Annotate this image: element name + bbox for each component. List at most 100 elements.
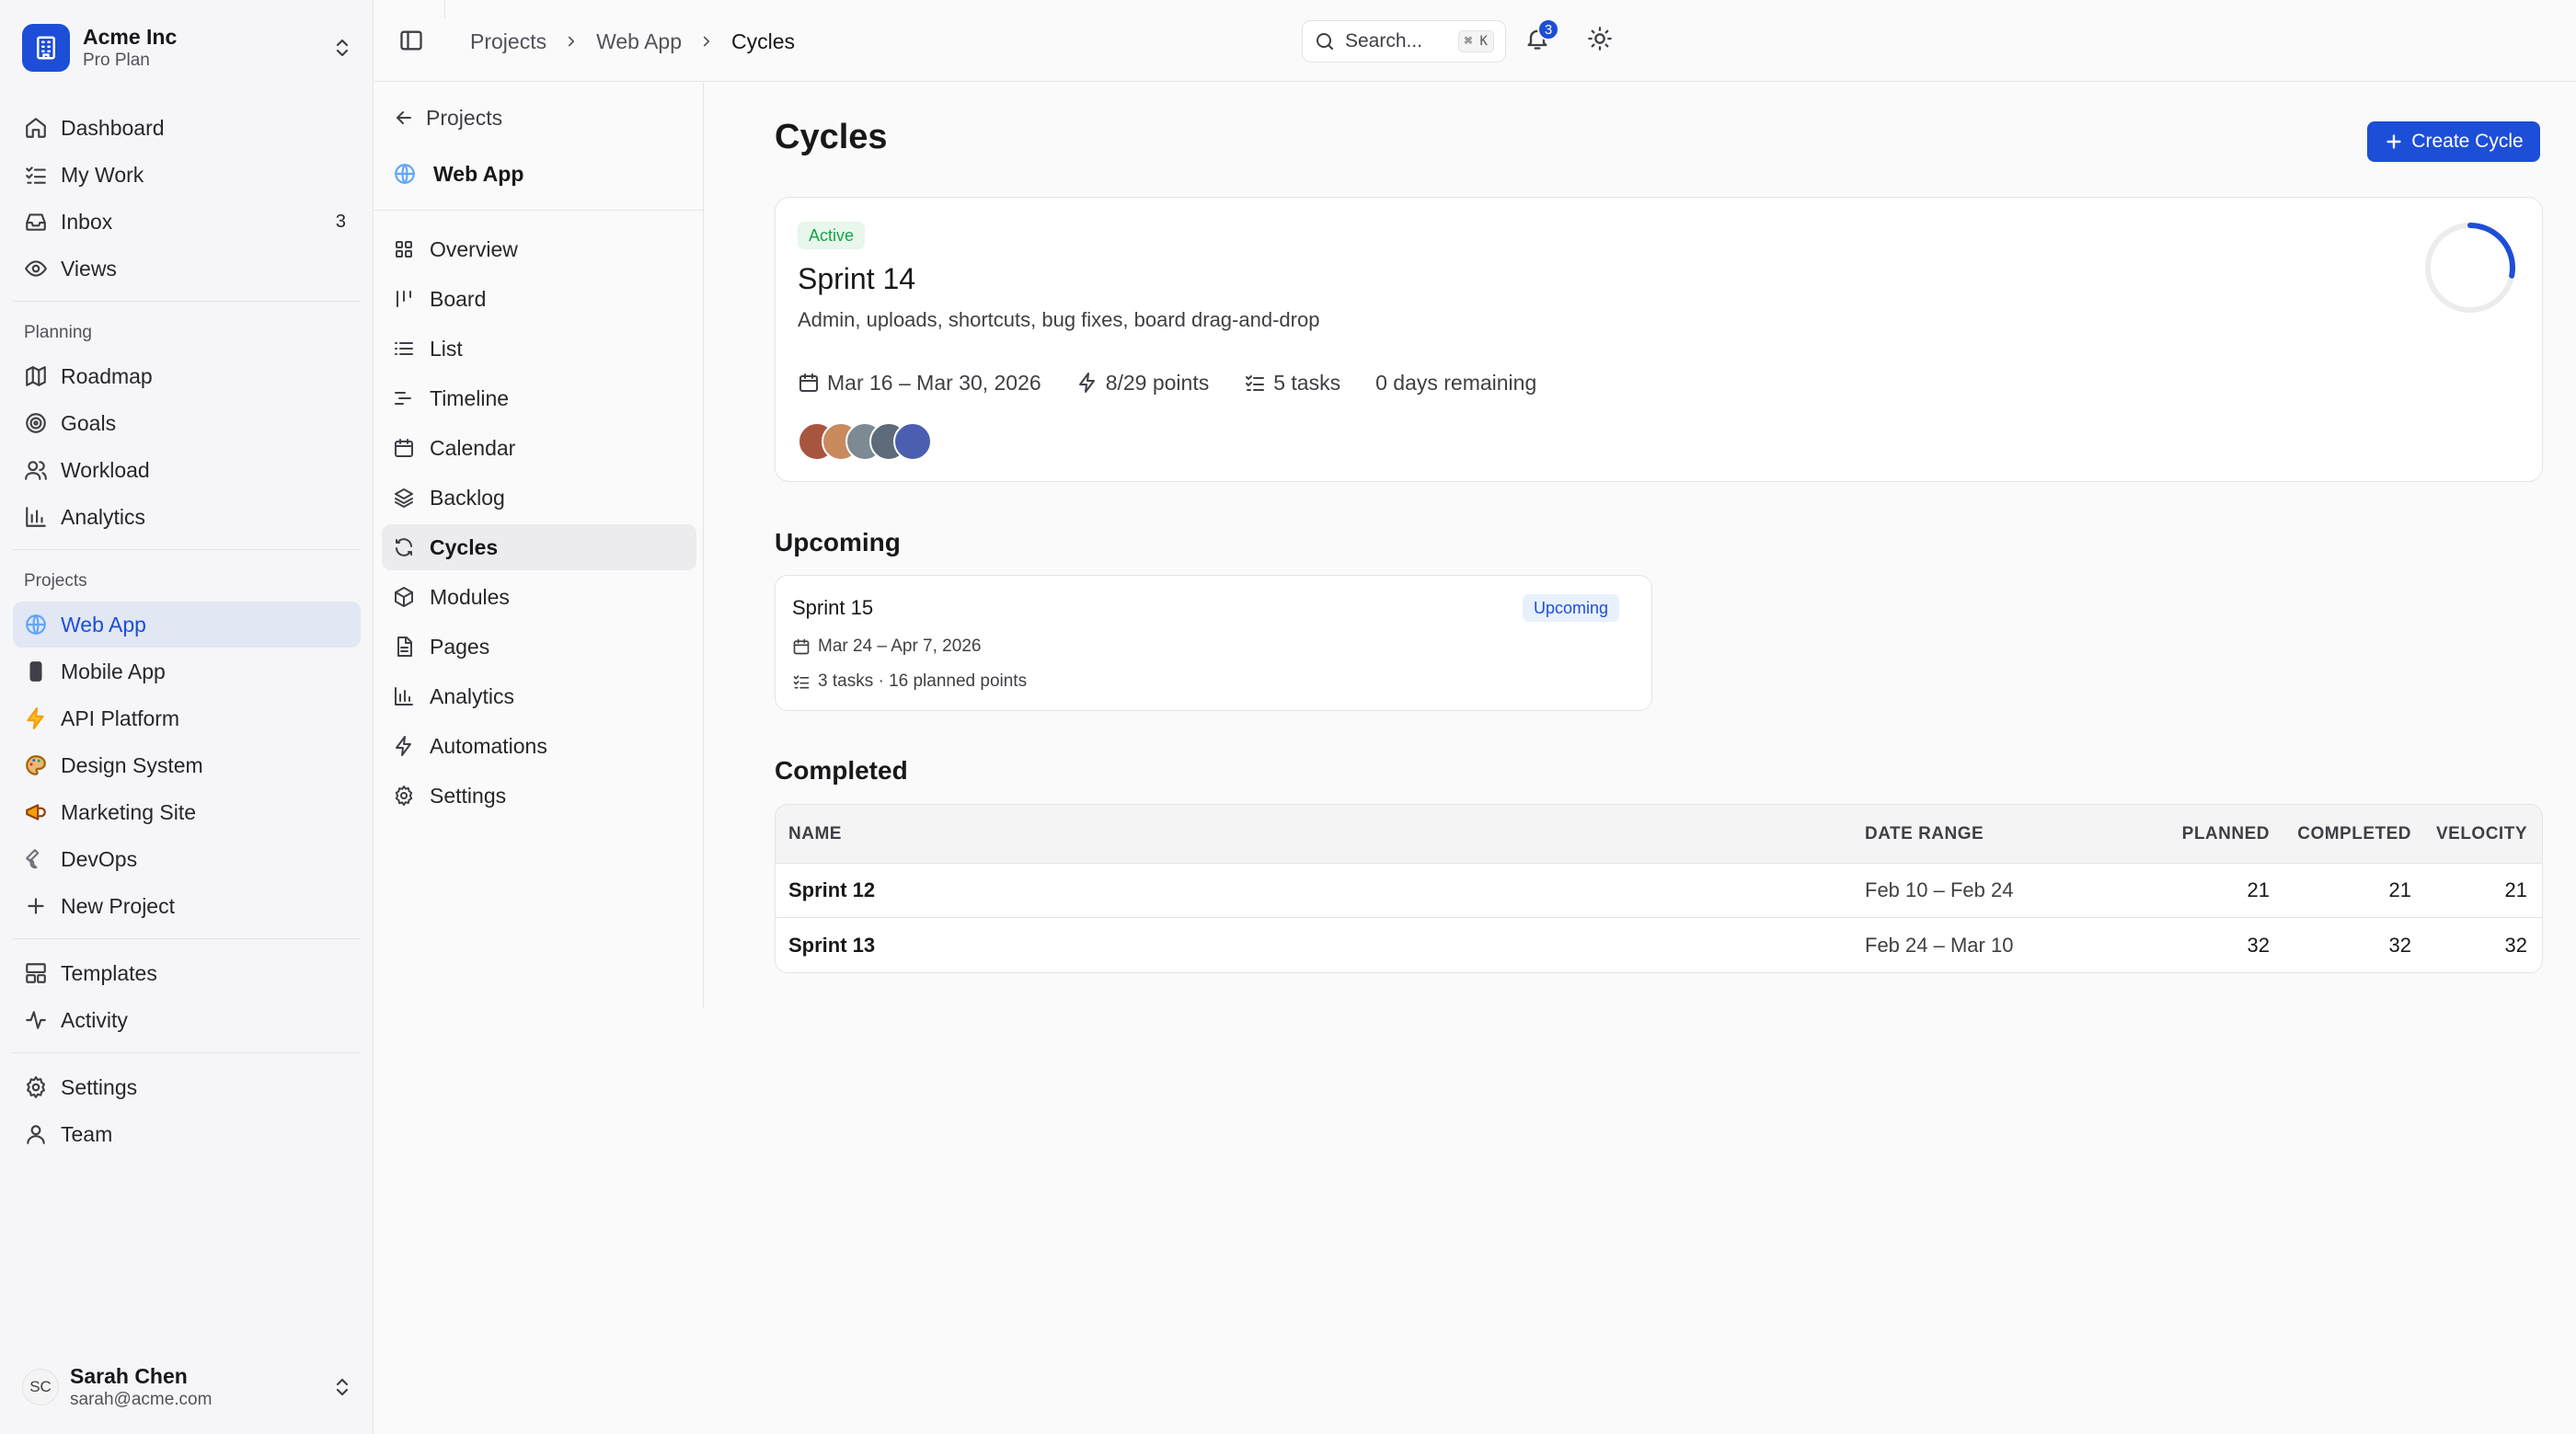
divider [13, 549, 361, 550]
project-nav-settings[interactable]: Settings [382, 773, 696, 819]
project-nav-label: Modules [430, 584, 510, 609]
completed-table: NAME DATE RANGE PLANNED COMPLETED VELOCI… [775, 804, 2543, 973]
back-to-projects[interactable]: Projects [393, 103, 502, 132]
sidebar-item-settings[interactable]: Settings [13, 1064, 361, 1110]
sidebar-item-label: Web App [61, 612, 146, 637]
sidebar-item-design-system[interactable]: Design System [13, 742, 361, 788]
cell-planned: 21 [2247, 878, 2270, 901]
avatar: SC [22, 1369, 59, 1405]
create-cycle-button[interactable]: Create Cycle [2367, 121, 2540, 162]
sidebar-item-workload[interactable]: Workload [13, 447, 361, 493]
project-nav-cycles[interactable]: Cycles [382, 524, 696, 570]
sidebar-item-devops[interactable]: DevOps [13, 836, 361, 882]
sidebar-item-analytics[interactable]: Analytics [13, 494, 361, 540]
sidebar-item-api-platform[interactable]: API Platform [13, 695, 361, 741]
list-checks-icon [1244, 372, 1266, 394]
upcoming-date-text: Mar 24 – Apr 7, 2026 [818, 637, 982, 656]
column-header[interactable]: COMPLETED [2270, 824, 2411, 844]
search-input[interactable]: Search... ⌘ K [1302, 20, 1506, 63]
divider [13, 301, 361, 302]
sidebar-item-label: Views [61, 256, 117, 281]
cycle-points: 8/29 points [1076, 371, 1209, 396]
project-nav-automations[interactable]: Automations [382, 723, 696, 769]
column-header[interactable]: PLANNED [2122, 824, 2270, 844]
sidebar-item-marketing-site[interactable]: Marketing Site [13, 789, 361, 835]
sidebar-item-mobile-app[interactable]: Mobile App [13, 648, 361, 694]
project-nav-label: Calendar [430, 435, 516, 460]
table-row[interactable]: Sprint 12 Feb 10 – Feb 24 21 21 21 [776, 864, 2542, 918]
cycle-date-text: Mar 16 – Mar 30, 2026 [827, 370, 1041, 395]
topbar: Projects Web App Cycles Search... ⌘ K 3 [374, 0, 2576, 82]
sidebar-item-dashboard[interactable]: Dashboard [13, 105, 361, 151]
breadcrumb-projects[interactable]: Projects [470, 29, 546, 54]
sidebar-item-inbox[interactable]: Inbox 3 [13, 199, 361, 245]
chevron-up-down-icon [331, 37, 353, 59]
project-nav-label: Automations [430, 733, 547, 758]
grid-icon [393, 238, 415, 260]
project-nav: Projects Web App Overview Board List Tim… [374, 83, 704, 1007]
divider [13, 938, 361, 939]
project-nav-timeline[interactable]: Timeline [382, 375, 696, 421]
org-switcher[interactable]: Acme Inc Pro Plan [22, 20, 353, 75]
sidebar-item-my-work[interactable]: My Work [13, 152, 361, 198]
sidebar-item-label: New Project [61, 893, 175, 918]
breadcrumb-web-app[interactable]: Web App [596, 29, 682, 54]
sidebar-item-new-project[interactable]: New Project [13, 883, 361, 929]
column-header[interactable]: DATE RANGE [1865, 824, 2122, 844]
project-nav-pages[interactable]: Pages [382, 624, 696, 670]
sidebar-item-label: Roadmap [61, 363, 153, 388]
sidebar-item-label: Analytics [61, 504, 146, 529]
list-icon [393, 338, 415, 360]
sidebar-item-label: Inbox [61, 209, 113, 234]
section-label-projects: Projects [24, 571, 87, 591]
divider [13, 1052, 361, 1053]
cycle-tasks-text: 5 tasks [1273, 370, 1341, 395]
bar-chart-icon [24, 505, 48, 529]
cycle-name: Sprint 15 [792, 596, 874, 619]
table-header: NAME DATE RANGE PLANNED COMPLETED VELOCI… [776, 805, 2542, 864]
lightning-icon [393, 735, 415, 757]
sidebar-item-label: API Platform [61, 706, 180, 730]
upcoming-cycle-card[interactable]: Sprint 15 Upcoming Mar 24 – Apr 7, 2026 … [775, 575, 1652, 711]
project-nav-overview[interactable]: Overview [382, 226, 696, 272]
project-nav-label: List [430, 336, 463, 361]
column-header[interactable]: NAME [776, 824, 1865, 844]
cell-planned: 32 [2247, 933, 2270, 957]
sun-icon[interactable] [1587, 26, 1616, 55]
sidebar-item-views[interactable]: Views [13, 246, 361, 292]
active-cycle-card[interactable]: Active Sprint 14 Admin, uploads, shortcu… [775, 197, 2543, 482]
divider [374, 210, 703, 211]
project-nav-analytics[interactable]: Analytics [382, 673, 696, 719]
breadcrumb: Projects Web App Cycles [470, 28, 795, 55]
cell-name: Sprint 13 [788, 933, 876, 957]
project-title: Web App [393, 158, 523, 189]
search-icon [1314, 30, 1336, 52]
search-placeholder: Search... [1345, 30, 1423, 52]
sidebar-item-web-app[interactable]: Web App [13, 602, 361, 648]
project-nav-board[interactable]: Board [382, 276, 696, 322]
status-badge: Active [798, 222, 866, 249]
sidebar: Acme Inc Pro Plan Dashboard My Work Inbo… [0, 0, 374, 1434]
inbox-count: 3 [335, 211, 346, 232]
sidebar-item-team[interactable]: Team [13, 1111, 361, 1157]
cell-velocity: 21 [2504, 878, 2527, 901]
sidebar-item-templates[interactable]: Templates [13, 950, 361, 996]
package-icon [393, 586, 415, 608]
sidebar-item-roadmap[interactable]: Roadmap [13, 353, 361, 399]
project-nav-list[interactable]: List [382, 326, 696, 372]
user-menu[interactable]: SC Sarah Chen sarah@acme.com [22, 1359, 353, 1415]
sidebar-toggle-icon[interactable] [398, 28, 426, 55]
sidebar-item-activity[interactable]: Activity [13, 997, 361, 1043]
globe-icon [24, 613, 48, 637]
chevron-right-icon [698, 33, 715, 50]
project-nav-backlog[interactable]: Backlog [382, 475, 696, 521]
org-plan: Pro Plan [83, 51, 150, 70]
layers-icon [393, 487, 415, 509]
palette-icon [24, 753, 48, 777]
sidebar-item-goals[interactable]: Goals [13, 400, 361, 446]
project-nav-modules[interactable]: Modules [382, 574, 696, 620]
sidebar-item-label: Activity [61, 1007, 128, 1032]
table-row[interactable]: Sprint 13 Feb 24 – Mar 10 32 32 32 [776, 918, 2542, 972]
project-nav-calendar[interactable]: Calendar [382, 425, 696, 471]
column-header[interactable]: VELOCITY [2411, 824, 2540, 844]
